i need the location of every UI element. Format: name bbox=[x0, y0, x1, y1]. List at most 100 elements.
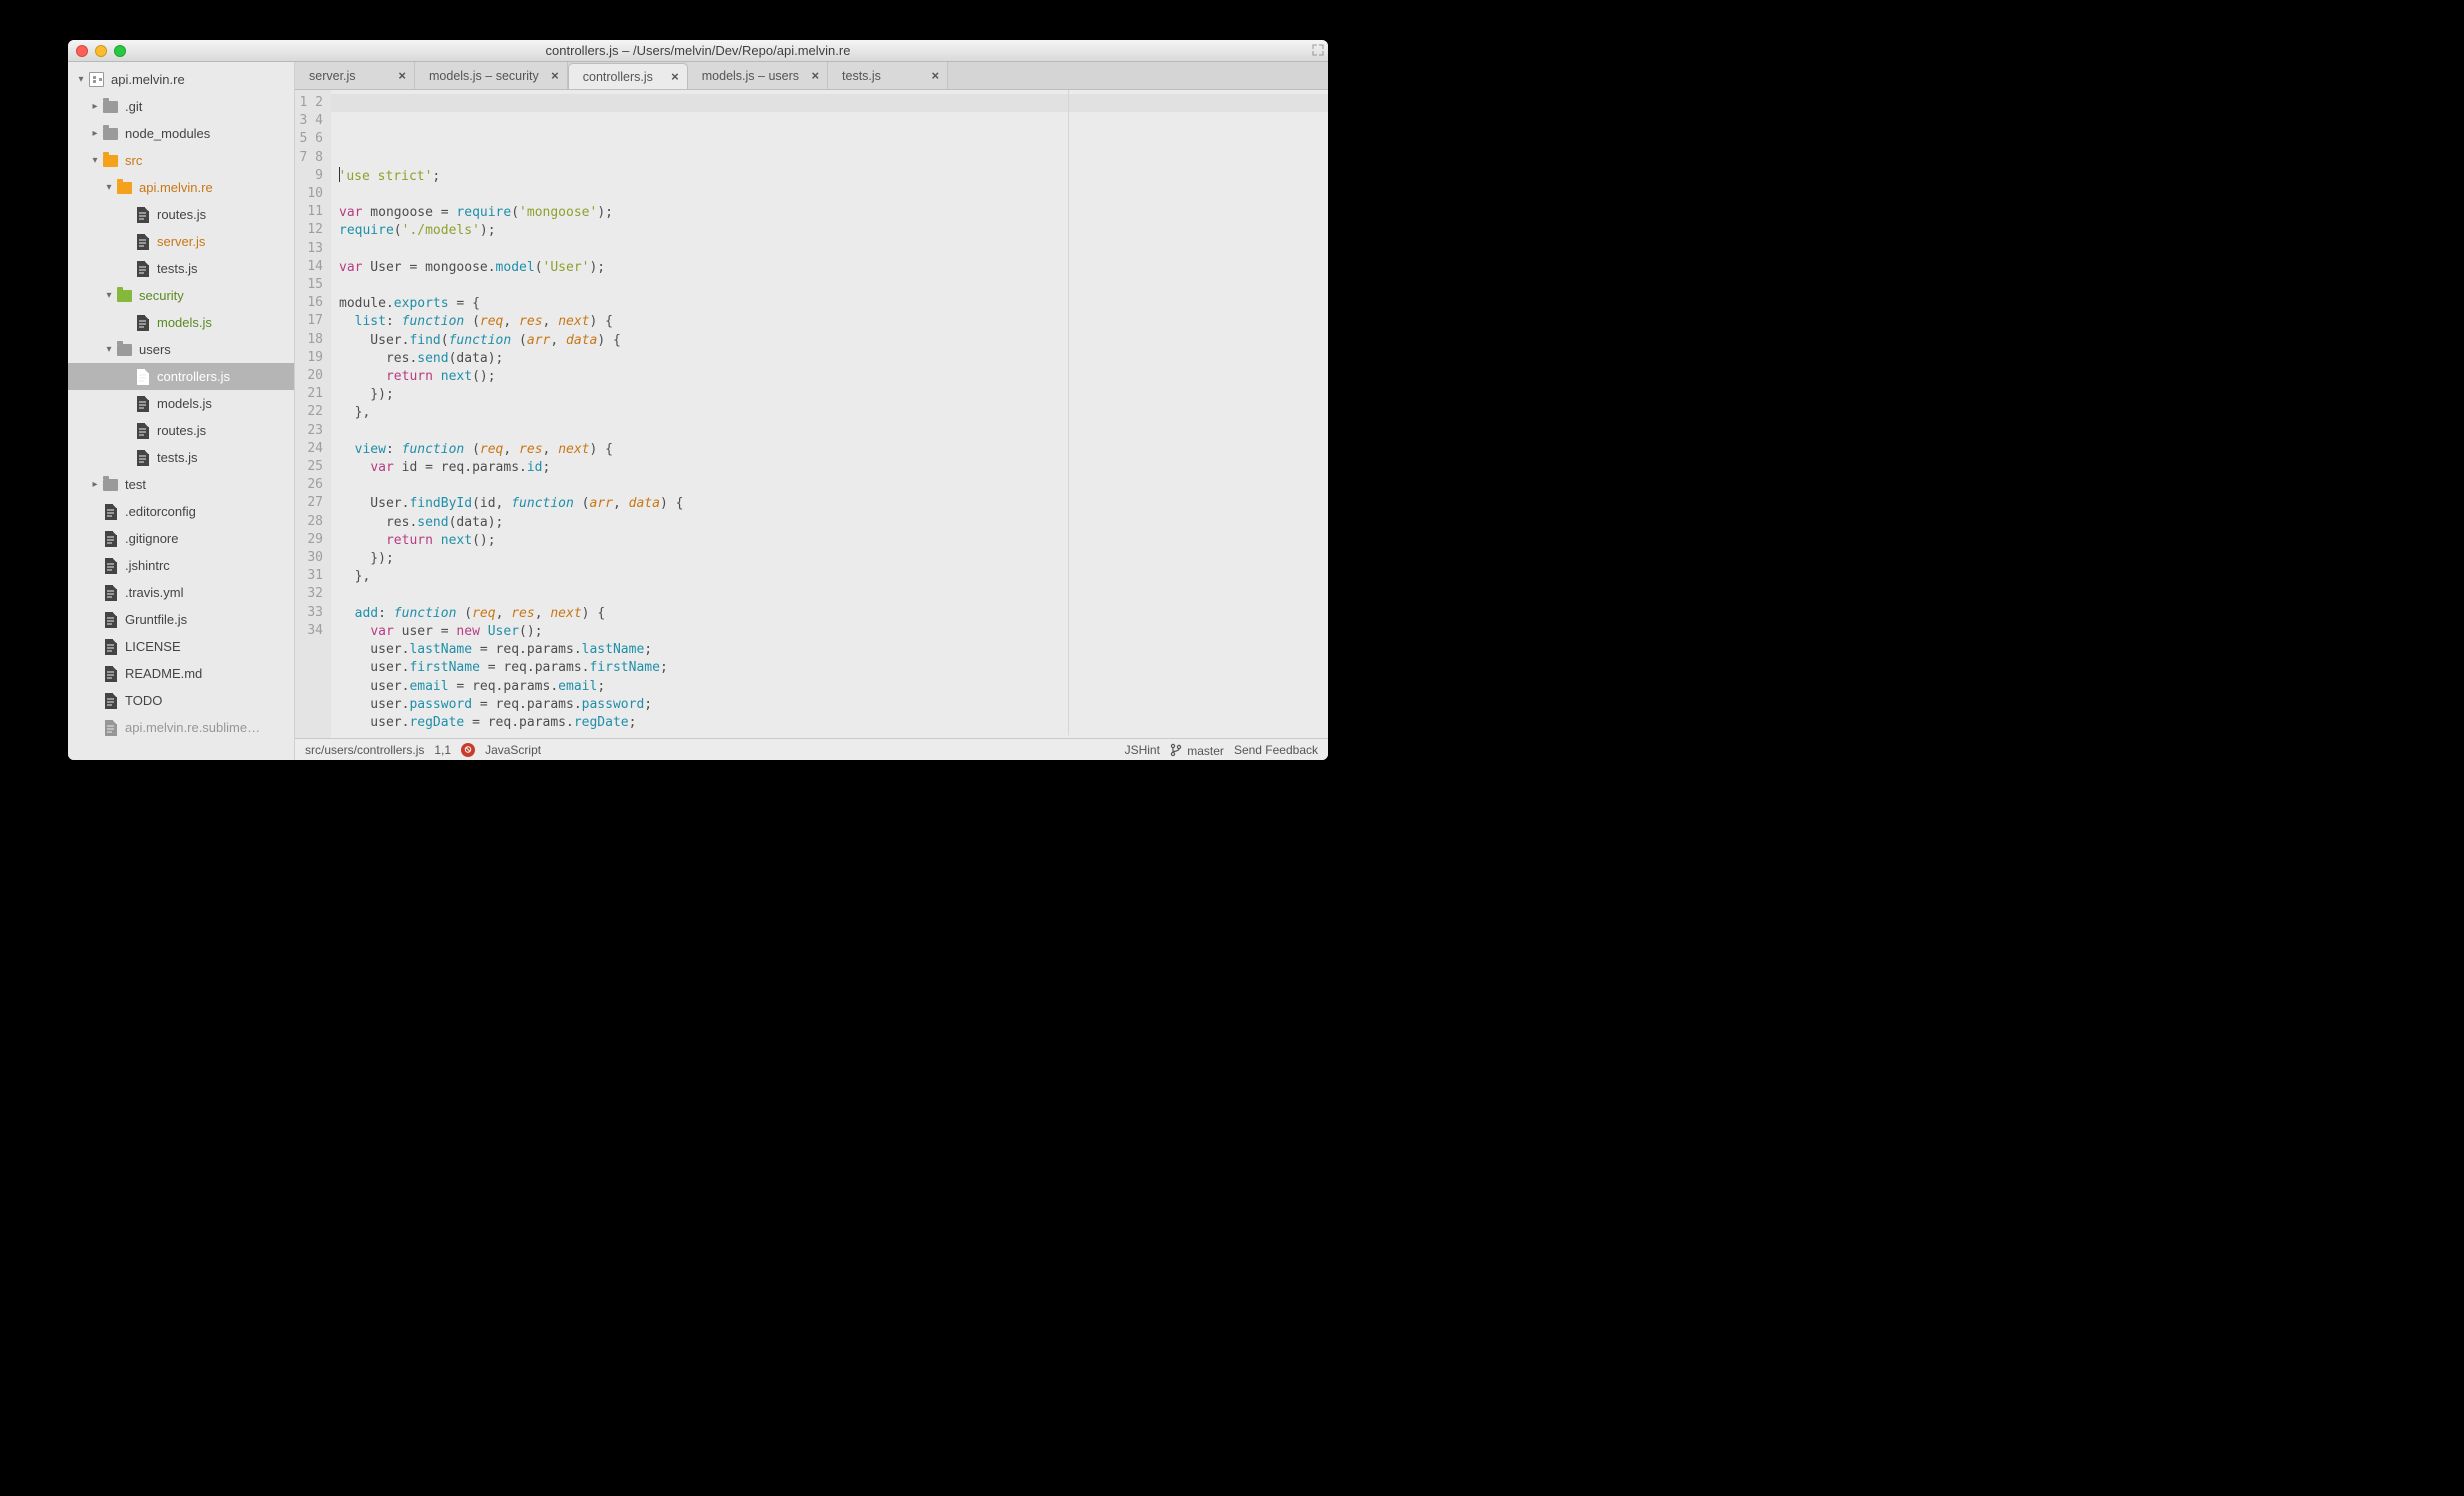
chevron-down-icon[interactable]: ▾ bbox=[88, 155, 102, 166]
tab-close-icon[interactable]: × bbox=[811, 68, 819, 83]
tree-file[interactable]: ▸.travis.yml bbox=[68, 579, 294, 606]
tree-file[interactable]: ▸tests.js bbox=[68, 444, 294, 471]
chevron-right-icon[interactable]: ▸ bbox=[88, 128, 102, 139]
tree-item-label: .jshintrc bbox=[125, 558, 170, 573]
tree-folder[interactable]: ▾ src bbox=[68, 147, 294, 174]
file-icon bbox=[134, 423, 150, 439]
tree-item-label: LICENSE bbox=[125, 639, 181, 654]
tab-bar: server.js×models.js – security×controlle… bbox=[295, 62, 1328, 90]
tree-file[interactable]: ▸LICENSE bbox=[68, 633, 294, 660]
tree-file[interactable]: ▸routes.js bbox=[68, 417, 294, 444]
file-icon bbox=[134, 315, 150, 331]
tree-file[interactable]: ▸.gitignore bbox=[68, 525, 294, 552]
status-language[interactable]: JavaScript bbox=[485, 743, 541, 757]
tree-folder[interactable]: ▸ test bbox=[68, 471, 294, 498]
tree-file[interactable]: ▸.jshintrc bbox=[68, 552, 294, 579]
zoom-icon[interactable] bbox=[114, 45, 126, 57]
editor-tab[interactable]: tests.js × bbox=[828, 62, 948, 89]
tree-item-label: .git bbox=[125, 99, 142, 114]
status-bar: src/users/controllers.js 1,1 ⦸ JavaScrip… bbox=[295, 738, 1328, 760]
tree-item-label: routes.js bbox=[157, 423, 206, 438]
tree-file[interactable]: ▸TODO bbox=[68, 687, 294, 714]
status-cursor-pos: 1,1 bbox=[434, 743, 451, 757]
tab-label: server.js bbox=[309, 69, 356, 83]
file-icon bbox=[102, 531, 118, 547]
tree-item-label: models.js bbox=[157, 315, 212, 330]
tab-close-icon[interactable]: × bbox=[551, 68, 559, 83]
tree-file[interactable]: ▸models.js bbox=[68, 390, 294, 417]
tree-item-label: README.md bbox=[125, 666, 202, 681]
window-title: controllers.js – /Users/melvin/Dev/Repo/… bbox=[68, 43, 1328, 58]
tab-label: tests.js bbox=[842, 69, 881, 83]
tree-file[interactable]: ▸.editorconfig bbox=[68, 498, 294, 525]
tree-file[interactable]: ▸server.js bbox=[68, 228, 294, 255]
app-window: controllers.js – /Users/melvin/Dev/Repo/… bbox=[68, 40, 1328, 760]
file-icon bbox=[102, 585, 118, 601]
editor-tab[interactable]: models.js – users × bbox=[688, 62, 828, 89]
tab-close-icon[interactable]: × bbox=[931, 68, 939, 83]
file-icon bbox=[102, 639, 118, 655]
tree-item-label: test bbox=[125, 477, 146, 492]
code-content[interactable]: 'use strict'; var mongoose = require('mo… bbox=[331, 90, 1328, 738]
tab-label: models.js – users bbox=[702, 69, 799, 83]
editor-tab[interactable]: server.js × bbox=[295, 62, 415, 89]
tree-item-label: api.melvin.re.sublime… bbox=[125, 720, 260, 735]
minimize-icon[interactable] bbox=[95, 45, 107, 57]
file-tree[interactable]: ▾api.melvin.re▸.git▸node_modules▾src▾api… bbox=[68, 62, 295, 760]
status-linter[interactable]: JSHint bbox=[1125, 743, 1160, 757]
tree-file[interactable]: ▸api.melvin.re.sublime… bbox=[68, 714, 294, 741]
editor-area: server.js×models.js – security×controlle… bbox=[295, 62, 1328, 760]
status-branch[interactable]: master bbox=[1170, 741, 1224, 758]
tree-folder[interactable]: ▾security bbox=[68, 282, 294, 309]
tree-item-label: Gruntfile.js bbox=[125, 612, 187, 627]
chevron-right-icon[interactable]: ▸ bbox=[88, 479, 102, 490]
tree-item-label: users bbox=[139, 342, 171, 357]
tree-item-label: .travis.yml bbox=[125, 585, 184, 600]
file-icon bbox=[134, 261, 150, 277]
code-editor[interactable]: 1 2 3 4 5 6 7 8 9 10 11 12 13 14 15 16 1… bbox=[295, 90, 1328, 738]
tree-folder[interactable]: ▸ node_modules bbox=[68, 120, 294, 147]
tree-file[interactable]: ▸README.md bbox=[68, 660, 294, 687]
tree-item-label: .editorconfig bbox=[125, 504, 196, 519]
tab-close-icon[interactable]: × bbox=[398, 68, 406, 83]
tree-item-label: node_modules bbox=[125, 126, 210, 141]
chevron-down-icon[interactable]: ▾ bbox=[102, 290, 116, 301]
tree-item-label: controllers.js bbox=[157, 369, 230, 384]
chevron-down-icon[interactable]: ▾ bbox=[102, 344, 116, 355]
folder-icon bbox=[116, 288, 132, 304]
tree-root[interactable]: ▾ api.melvin.re bbox=[68, 66, 294, 93]
status-path: src/users/controllers.js bbox=[305, 743, 424, 757]
tree-item-label: models.js bbox=[157, 396, 212, 411]
chevron-down-icon[interactable]: ▾ bbox=[102, 182, 116, 193]
tree-item-label: TODO bbox=[125, 693, 162, 708]
fullscreen-icon[interactable] bbox=[1312, 44, 1324, 56]
tree-file[interactable]: ▸models.js bbox=[68, 309, 294, 336]
tree-folder[interactable]: ▸ .git bbox=[68, 93, 294, 120]
file-icon bbox=[102, 666, 118, 682]
git-branch-icon bbox=[1170, 743, 1182, 760]
chevron-right-icon[interactable]: ▸ bbox=[88, 101, 102, 112]
tree-item-label: src bbox=[125, 153, 142, 168]
editor-tab[interactable]: models.js – security × bbox=[415, 62, 568, 89]
repo-icon bbox=[88, 72, 104, 88]
folder-icon bbox=[102, 477, 118, 493]
tree-file[interactable]: ▸tests.js bbox=[68, 255, 294, 282]
right-margin bbox=[1068, 90, 1328, 738]
tree-folder[interactable]: ▾ users bbox=[68, 336, 294, 363]
send-feedback-link[interactable]: Send Feedback bbox=[1234, 743, 1318, 757]
tree-file[interactable]: ▸routes.js bbox=[68, 201, 294, 228]
close-icon[interactable] bbox=[76, 45, 88, 57]
file-icon bbox=[102, 720, 118, 736]
chevron-down-icon[interactable]: ▾ bbox=[74, 74, 88, 85]
error-icon[interactable]: ⦸ bbox=[461, 743, 475, 757]
tree-file[interactable]: ▸Gruntfile.js bbox=[68, 606, 294, 633]
editor-tab[interactable]: controllers.js × bbox=[568, 63, 688, 90]
window-controls bbox=[76, 45, 126, 57]
tree-file[interactable]: ▸controllers.js bbox=[68, 363, 294, 390]
tree-folder[interactable]: ▾api.melvin.re bbox=[68, 174, 294, 201]
tab-close-icon[interactable]: × bbox=[671, 69, 679, 84]
file-icon bbox=[134, 234, 150, 250]
tab-label: controllers.js bbox=[583, 70, 653, 84]
tree-item-label: api.melvin.re bbox=[111, 72, 185, 87]
tab-label: models.js – security bbox=[429, 69, 539, 83]
